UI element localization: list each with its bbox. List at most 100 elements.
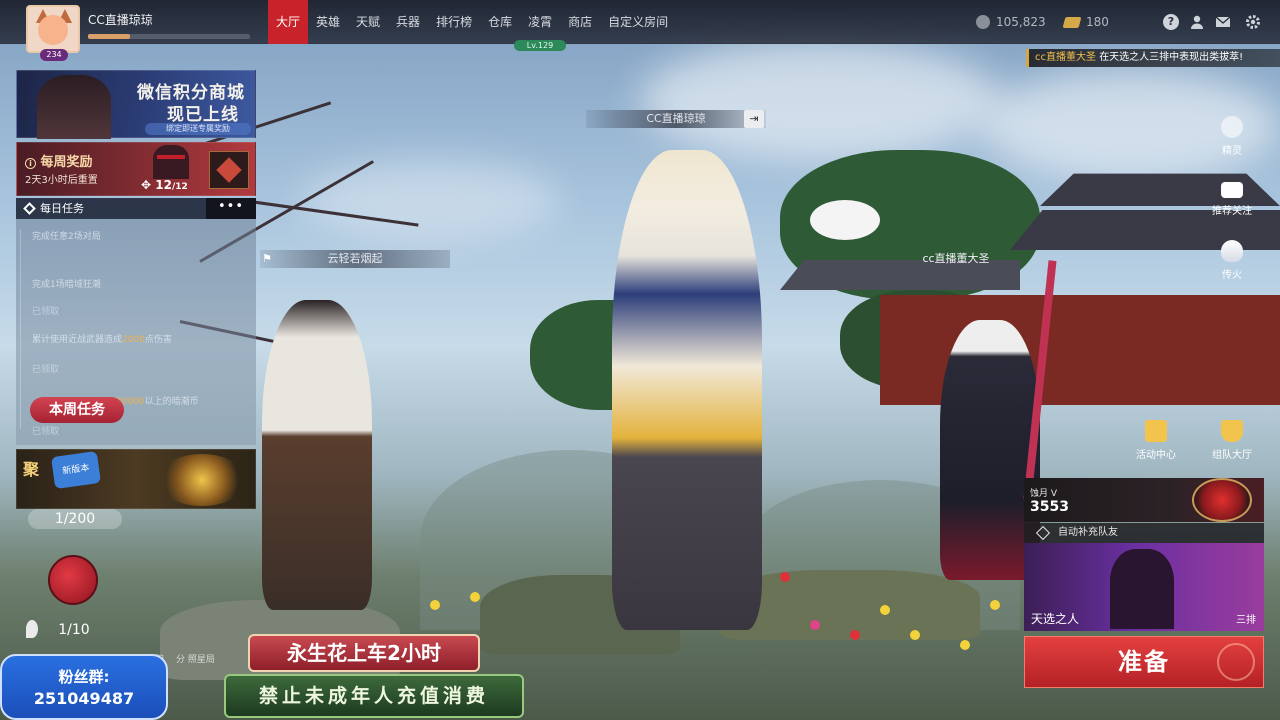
rank-name: 蚀月 V [1030,489,1058,499]
help-icon[interactable]: ? [1162,13,1180,31]
weekly-reward-progress: ✥ 12/12 [141,178,188,192]
flower [880,605,890,615]
nav-tab-heroes[interactable]: 英雄 [308,0,348,44]
flower [780,572,790,582]
settings-icon[interactable] [1244,13,1262,31]
main-nav: 大厅 英雄 天赋 兵器 排行榜 仓库 凌霄 商店 自定义房间 [268,0,676,44]
weekly-reward-reset: 2天3小时后重置 [25,175,98,186]
rank-card[interactable]: 蚀月 V 3553 [1024,478,1264,522]
event-banner[interactable]: 聚 新版本 [16,449,256,509]
pomegranate-icon[interactable] [48,555,98,605]
task-status: 已领取 [32,365,60,375]
task-text: 以上的暗潮币 [144,397,199,407]
pass-fire-button[interactable]: 传火 [1202,240,1262,281]
task-number: 2000 [122,335,145,345]
flag-icon: ⚑ [262,252,272,265]
cloud [640,40,1000,160]
flower [810,620,820,630]
task-item[interactable]: 30000以上的暗潮币 [116,394,199,407]
flower [850,630,860,640]
nav-tab-leaderboard[interactable]: 排行榜 [428,0,480,44]
avatar[interactable] [26,5,80,53]
nav-tab-lingxiao[interactable]: 凌霄 [520,0,560,44]
settings-icon-svg [1246,15,1260,29]
autofill-label: 自动补充队友 [1058,527,1118,538]
recommend-follow-label: 推荐关注 [1212,206,1252,217]
exit-icon[interactable]: ⇥ [744,110,764,128]
silver-coin-icon [976,15,990,29]
reward-gem-icon [216,157,242,183]
friends-icon-svg [1191,15,1203,29]
flower [430,600,440,610]
ticker-text: 在天选之人三排中表现出类拔萃! [1099,52,1244,63]
lobby-icon [1221,420,1243,442]
ready-button[interactable]: 准备 [1024,636,1264,688]
team-lobby-label: 组队大厅 [1212,450,1252,461]
help-icon-glyph: ? [1163,14,1179,30]
more-options-button[interactable]: ••• [206,198,256,219]
task-item[interactable]: 完成1场暗域狂潮 [32,277,101,290]
activity-center-button[interactable]: 活动中心 [1126,420,1186,461]
weekly-reward-title-text: 每周奖励 [40,155,93,170]
flower [990,600,1000,610]
task-item[interactable]: 累计使用近战武器造成2000点伤害 [32,332,172,345]
sprite-icon [1221,116,1243,138]
minor-protection-sign: 禁止未成年人充值消费 [224,674,524,718]
diamond-icon [23,202,36,215]
weekly-reward-card[interactable]: i 每周奖励 2天3小时后重置 ✥ 12/12 [16,142,256,196]
nav-tab-warehouse[interactable]: 仓库 [480,0,520,44]
fan-group-label: 粉丝群: [58,668,110,686]
silver-amount: 105,823 [996,15,1046,29]
checkbox-icon [1035,525,1051,541]
weekly-tasks-button[interactable]: 本周任务 [30,397,124,423]
nav-tab-shop[interactable]: 商店 [560,0,600,44]
right-teammate-name: cc直播董大圣 [922,252,990,265]
mode-type: 三排 [1236,615,1256,626]
nav-tab-custom-room[interactable]: 自定义房间 [600,0,676,44]
team-lobby-button[interactable]: 组队大厅 [1202,420,1262,461]
event-artwork [157,454,247,506]
stream-sign-flower: 永生花上车2小时 [248,634,480,672]
player-level-badge: 234 [40,49,68,61]
daily-tasks-header[interactable]: 每日任务 ••• [16,198,256,219]
season-level-tag: Lv.129 [514,40,566,51]
nav-tab-weapons[interactable]: 兵器 [388,0,428,44]
sprite-button[interactable]: 精灵 [1202,116,1262,157]
task-timeline [20,229,21,429]
nav-tab-lobby[interactable]: 大厅 [268,0,309,44]
daily-tasks-title: 每日任务 [40,202,84,215]
gold-currency[interactable]: 180 [1062,15,1109,29]
info-icon: i [25,158,36,169]
game-mode-card[interactable]: 天选之人 三排 [1024,543,1264,631]
flower [910,630,920,640]
task-item[interactable]: 完成任意2场对局 [32,229,101,242]
reward-chest[interactable] [209,151,249,189]
nav-tab-talents[interactable]: 天赋 [348,0,388,44]
task-status: 已领取 [32,307,60,317]
fire-icon [1221,240,1243,262]
silver-currency[interactable]: 105,823 [976,15,1046,29]
progress-counter: 1/200 [28,509,122,529]
reward-diamond-icon: ✥ [141,178,152,192]
activity-center-label: 活动中心 [1136,450,1176,461]
progress-value: 12 [155,178,172,192]
leaf-counter: 1/10 [58,622,90,638]
player-name: CC直播琼琼 [88,13,153,27]
left-teammate-name: 云轻若烟起 [260,250,450,268]
gold-amount: 180 [1086,15,1109,29]
ticker-player: cc直播董大圣 [1035,52,1096,63]
mode-name: 天选之人 [1031,612,1080,626]
friends-icon[interactable] [1188,13,1206,31]
mail-icon[interactable] [1214,13,1232,31]
task-text: 点伤害 [144,335,172,345]
gold-ingot-icon [1062,16,1082,28]
mail-icon-svg [1215,16,1231,27]
progress-total: /12 [171,182,188,192]
reward-character [153,145,189,179]
faint-text: 分 照星局 [176,655,215,665]
new-version-badge: 新版本 [50,450,102,490]
event-label: 聚 [23,460,40,479]
recommend-follow-button[interactable]: 推荐关注 [1202,182,1262,217]
autofill-toggle[interactable]: 自动补充队友 [1024,523,1264,543]
wechat-mall-banner[interactable]: 微信积分商城 现已上线 绑定即送专属奖励 [16,70,256,139]
